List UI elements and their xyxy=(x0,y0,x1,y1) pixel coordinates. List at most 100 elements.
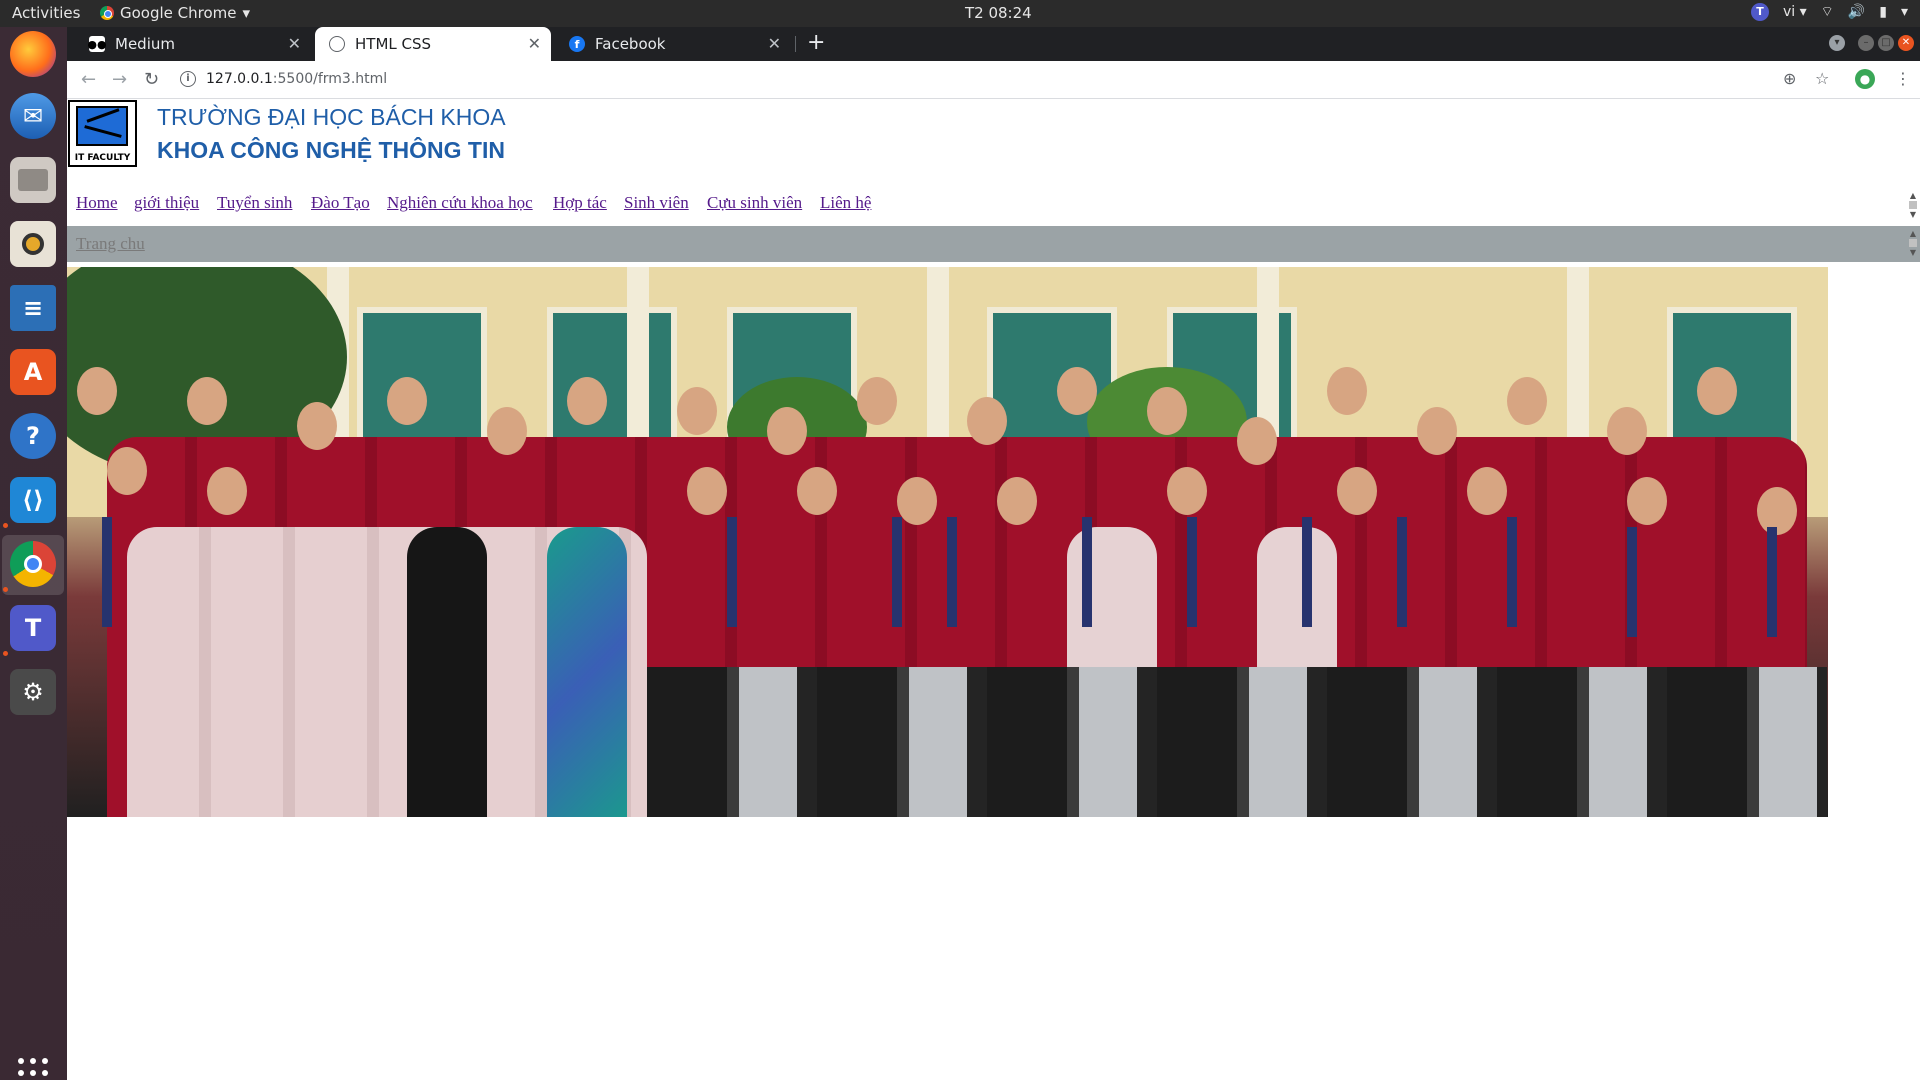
system-tray[interactable]: T vi ▾ ⌔ 🔊 ▮ ▾ xyxy=(1750,3,1908,21)
photo-face xyxy=(677,387,717,435)
photo-person-black-dress xyxy=(407,527,487,817)
chrome-dock-icon[interactable] xyxy=(10,541,56,587)
nav-hop-tac[interactable]: Hợp tác xyxy=(553,193,607,213)
nav-tuyen-sinh[interactable]: Tuyển sinh xyxy=(217,193,292,213)
files-icon[interactable] xyxy=(10,157,56,203)
zoom-icon[interactable]: ⊕ xyxy=(1783,69,1796,88)
photo-window xyxy=(357,307,487,457)
clock[interactable]: T2 08:24 xyxy=(965,4,1032,22)
photo-face xyxy=(567,377,607,425)
bookmark-star-icon[interactable]: ☆ xyxy=(1815,69,1829,88)
forward-button[interactable]: → xyxy=(112,69,127,90)
maximize-button[interactable]: □ xyxy=(1878,35,1894,51)
photo-face xyxy=(487,407,527,455)
close-icon[interactable]: ✕ xyxy=(288,34,301,53)
info-icon[interactable]: i xyxy=(180,71,196,87)
minimize-button[interactable]: – xyxy=(1858,35,1874,51)
photo-tie xyxy=(1767,527,1777,637)
globe-icon xyxy=(329,36,345,52)
photo-tie xyxy=(1302,517,1312,627)
tab-html-css[interactable]: HTML CSS ✕ xyxy=(315,27,551,61)
rhythmbox-icon[interactable] xyxy=(10,221,56,267)
photo-face xyxy=(1337,467,1377,515)
nav-nghien-cuu[interactable]: Nghiên cứu khoa học xyxy=(387,193,533,213)
tab-facebook[interactable]: f Facebook ✕ xyxy=(555,27,791,61)
photo-face xyxy=(687,467,727,515)
ubuntu-software-icon[interactable]: A xyxy=(10,349,56,395)
nav-home[interactable]: Home xyxy=(76,193,118,213)
app-menu[interactable]: Google Chrome ▾ xyxy=(100,4,250,22)
language-label: vi xyxy=(1782,4,1796,20)
system-menu-chevron-icon: ▾ xyxy=(1900,4,1908,20)
photo-face xyxy=(1697,367,1737,415)
tab-strip: ●● Medium ✕ HTML CSS ✕ f Facebook ✕ + ▾ … xyxy=(67,27,1920,61)
photo-tie xyxy=(1507,517,1517,627)
nav-scrollbar[interactable]: ▲ ▼ xyxy=(1908,191,1918,221)
running-indicator xyxy=(3,523,8,528)
photo-face xyxy=(187,377,227,425)
teams-dock-icon[interactable]: T xyxy=(10,605,56,651)
browser-toolbar: ← → ↻ i 127.0.0.1:5500/frm3.html ⊕ ☆ ● ⋮ xyxy=(67,61,1920,99)
breadcrumb-scrollbar[interactable]: ▲ ▼ xyxy=(1908,229,1918,259)
activities-button[interactable]: Activities xyxy=(12,4,80,22)
photo-face xyxy=(857,377,897,425)
url-text[interactable]: 127.0.0.1:5500/frm3.html xyxy=(206,71,387,87)
system-top-bar: Activities Google Chrome ▾ T2 08:24 T vi… xyxy=(0,0,1920,27)
language-indicator[interactable]: vi ▾ xyxy=(1783,4,1807,20)
firefox-icon[interactable] xyxy=(10,31,56,77)
photo-face xyxy=(1607,407,1647,455)
tab-search-icon[interactable]: ▾ xyxy=(1829,35,1845,51)
photo-face xyxy=(1147,387,1187,435)
photo-face xyxy=(1507,377,1547,425)
photo-face xyxy=(897,477,937,525)
photo-face xyxy=(797,467,837,515)
photo-tie xyxy=(947,517,957,627)
battery-icon: ▮ xyxy=(1879,4,1887,20)
nav-lien-he[interactable]: Liên hệ xyxy=(820,193,871,213)
medium-icon: ●● xyxy=(87,36,107,52)
new-tab-button[interactable]: + xyxy=(807,30,825,55)
photo-face xyxy=(77,367,117,415)
address-bar[interactable]: i 127.0.0.1:5500/frm3.html xyxy=(172,65,1792,95)
nav-sinh-vien[interactable]: Sinh viên xyxy=(624,193,689,213)
photo-face xyxy=(1327,367,1367,415)
thunderbird-icon[interactable]: ✉ xyxy=(10,93,56,139)
photo-face xyxy=(1467,467,1507,515)
vscode-icon[interactable]: ⟨⟩ xyxy=(10,477,56,523)
libreoffice-writer-icon[interactable]: ≡ xyxy=(10,285,56,331)
main-nav: Home giới thiệu Tuyển sinh Đào Tạo Nghiê… xyxy=(67,189,1920,225)
close-icon[interactable]: ✕ xyxy=(528,34,541,53)
help-icon[interactable]: ? xyxy=(10,413,56,459)
teams-tray-icon[interactable]: T xyxy=(1750,3,1769,21)
show-applications-icon[interactable] xyxy=(18,1058,48,1088)
settings-icon[interactable]: ⚙ xyxy=(10,669,56,715)
photo-face xyxy=(1057,367,1097,415)
reload-button[interactable]: ↻ xyxy=(144,69,159,90)
extension-icon[interactable]: ● xyxy=(1855,69,1875,89)
faculty-logo: IT FACULTY xyxy=(68,100,137,167)
nav-gioi-thieu[interactable]: giới thiệu xyxy=(134,193,199,213)
breadcrumb-home-link[interactable]: Trang chu xyxy=(76,234,145,254)
back-button[interactable]: ← xyxy=(81,69,96,90)
photo-face xyxy=(1417,407,1457,455)
menu-kebab-icon[interactable]: ⋮ xyxy=(1895,69,1911,88)
url-host: 127.0.0.1 xyxy=(206,71,273,87)
photo-face xyxy=(1237,417,1277,465)
tab-medium[interactable]: ●● Medium ✕ xyxy=(75,27,311,61)
launcher-dock: ✉ ≡ A ? ⟨⟩ T ⚙ xyxy=(0,27,67,1088)
photo-face xyxy=(1627,477,1667,525)
close-icon[interactable]: ✕ xyxy=(768,34,781,53)
photo-face xyxy=(387,377,427,425)
app-menu-label: Google Chrome xyxy=(120,4,237,22)
close-window-button[interactable]: ✕ xyxy=(1898,35,1914,51)
nav-cuu-sinh-vien[interactable]: Cựu sinh viên xyxy=(707,193,802,213)
tab-separator xyxy=(795,36,796,52)
logo-graphic xyxy=(76,106,128,146)
photo-face xyxy=(1167,467,1207,515)
nav-dao-tao[interactable]: Đào Tạo xyxy=(311,193,370,213)
photo-face xyxy=(1757,487,1797,535)
tab-title: Medium xyxy=(115,35,175,53)
url-path: :5500/frm3.html xyxy=(272,71,388,87)
photo-tie xyxy=(892,517,902,627)
chrome-icon xyxy=(100,6,114,20)
